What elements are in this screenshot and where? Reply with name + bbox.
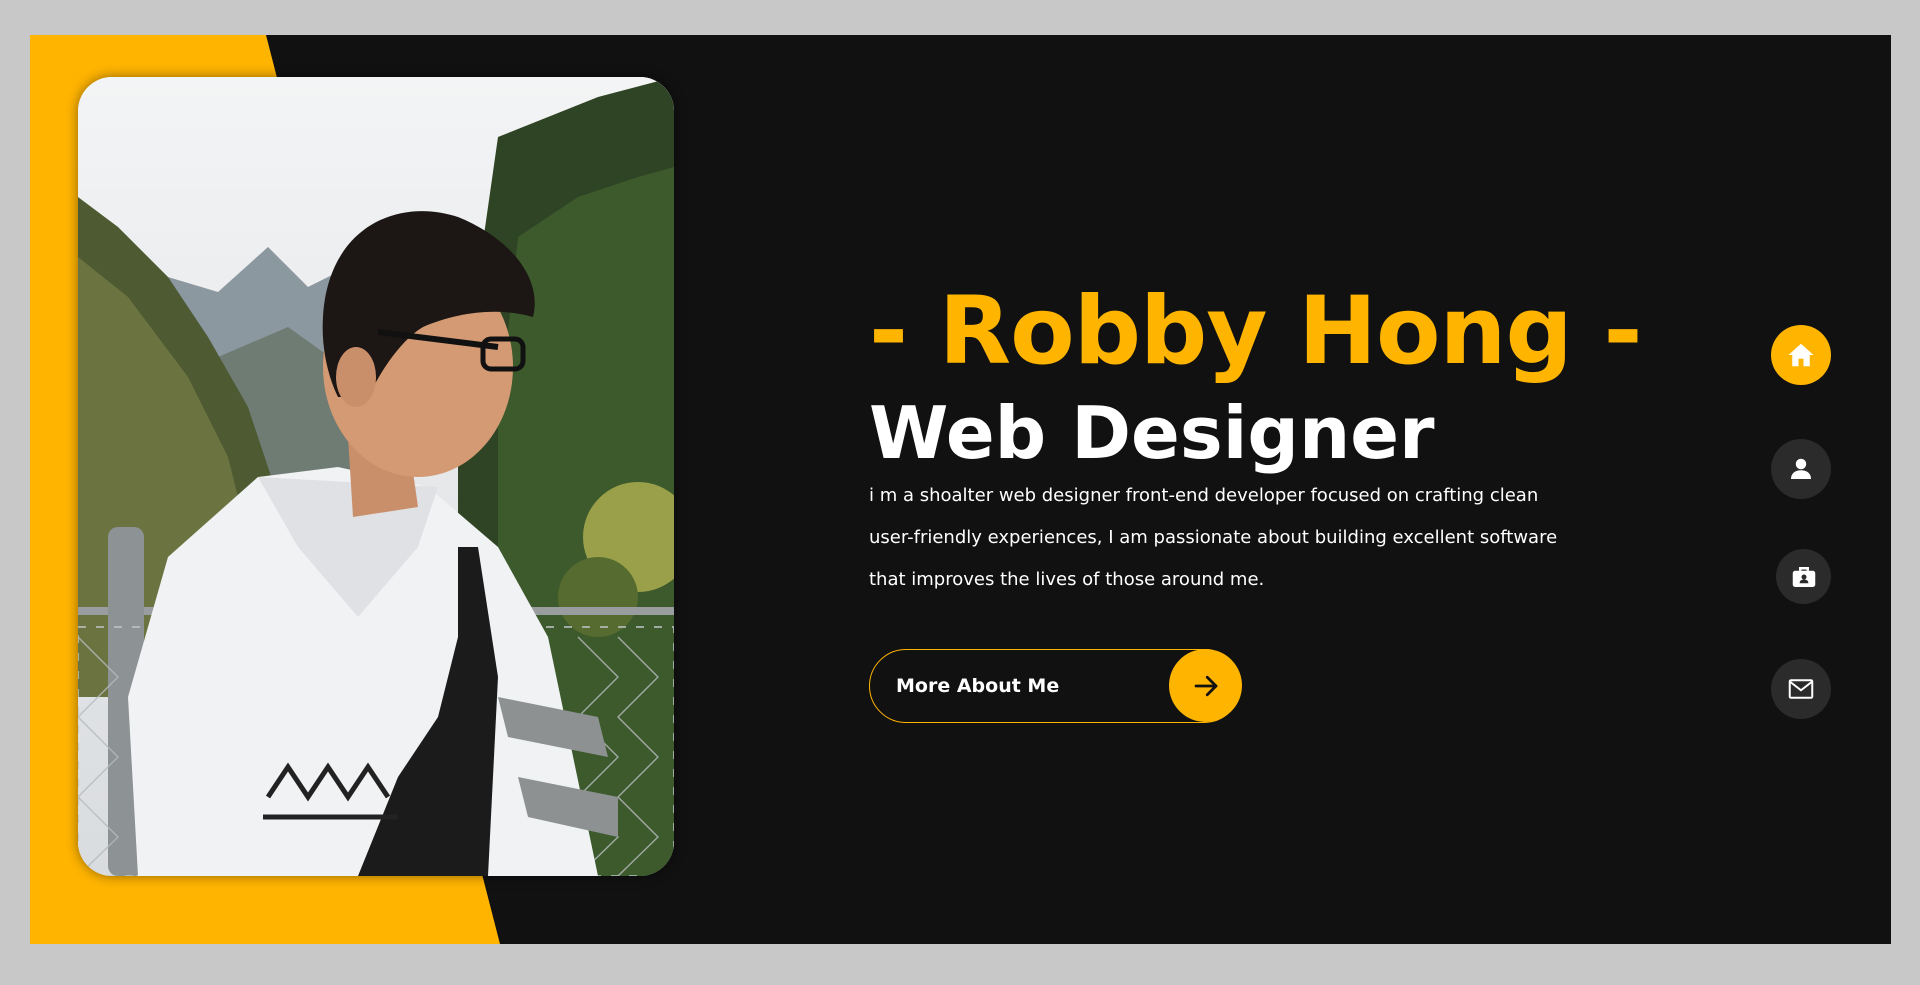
nav-about-button[interactable] [1771,439,1831,499]
home-icon [1788,343,1814,367]
hero-role: Web Designer [869,391,1435,475]
more-about-me-button[interactable]: More About Me [869,649,1242,723]
nav-home-button[interactable] [1771,325,1831,385]
more-about-me-label: More About Me [896,675,1060,697]
arrow-right-icon [1169,649,1242,722]
user-icon [1791,458,1811,479]
hero-content: - Robby Hong - Web Designer i m a shoalt… [869,277,1642,723]
nav-contact-button[interactable] [1771,659,1831,719]
nav-portfolio-button[interactable] [1776,549,1831,604]
profile-photo-illustration [78,77,674,876]
briefcase-icon [1792,566,1815,587]
hero-description: i m a shoalter web designer front-end de… [869,485,1558,590]
profile-photo [78,77,674,876]
hero-section: - Robby Hong - Web Designer i m a shoalt… [30,35,1891,944]
hero-name: - Robby Hong - [869,277,1642,386]
envelope-icon [1788,679,1814,699]
